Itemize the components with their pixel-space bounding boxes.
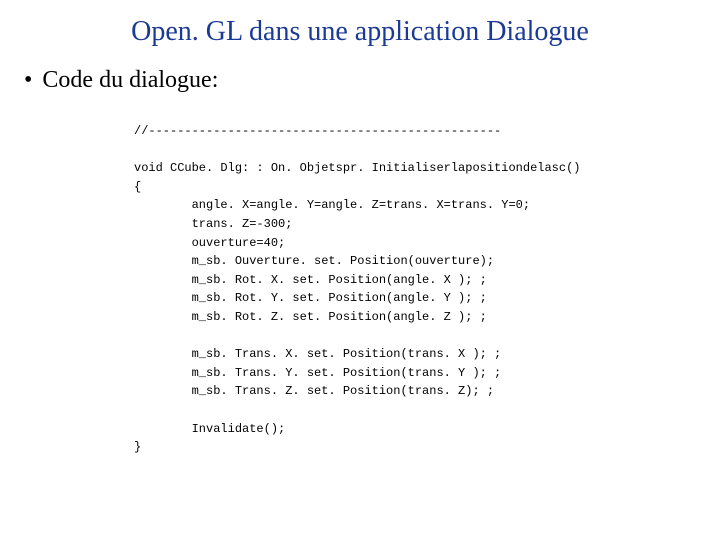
code-line: m_sb. Trans. X. set. Position(trans. X )… — [134, 347, 501, 361]
code-line: m_sb. Rot. Y. set. Position(angle. Y ); … — [134, 291, 487, 305]
slide: Open. GL dans une application Dialogue •… — [0, 0, 720, 540]
bullet-dot-icon: • — [24, 66, 32, 94]
code-line: Invalidate(); — [134, 422, 285, 436]
code-line: ouverture=40; — [134, 236, 285, 250]
code-line: m_sb. Rot. X. set. Position(angle. X ); … — [134, 273, 487, 287]
page-title: Open. GL dans une application Dialogue — [24, 16, 696, 48]
code-line: m_sb. Trans. Y. set. Position(trans. Y )… — [134, 366, 501, 380]
code-line: void CCube. Dlg: : On. Objetspr. Initial… — [134, 161, 580, 175]
code-line: { — [134, 180, 141, 194]
code-line: m_sb. Trans. Z. set. Position(trans. Z);… — [134, 384, 494, 398]
code-line: trans. Z=-300; — [134, 217, 292, 231]
code-block: //--------------------------------------… — [134, 122, 696, 457]
bullet-item: • Code du dialogue: — [24, 66, 696, 94]
bullet-text: Code du dialogue: — [42, 66, 218, 94]
code-line: //--------------------------------------… — [134, 124, 501, 138]
code-line: } — [134, 440, 141, 454]
code-line: m_sb. Ouverture. set. Position(ouverture… — [134, 254, 494, 268]
code-line: m_sb. Rot. Z. set. Position(angle. Z ); … — [134, 310, 487, 324]
code-line: angle. X=angle. Y=angle. Z=trans. X=tran… — [134, 198, 530, 212]
